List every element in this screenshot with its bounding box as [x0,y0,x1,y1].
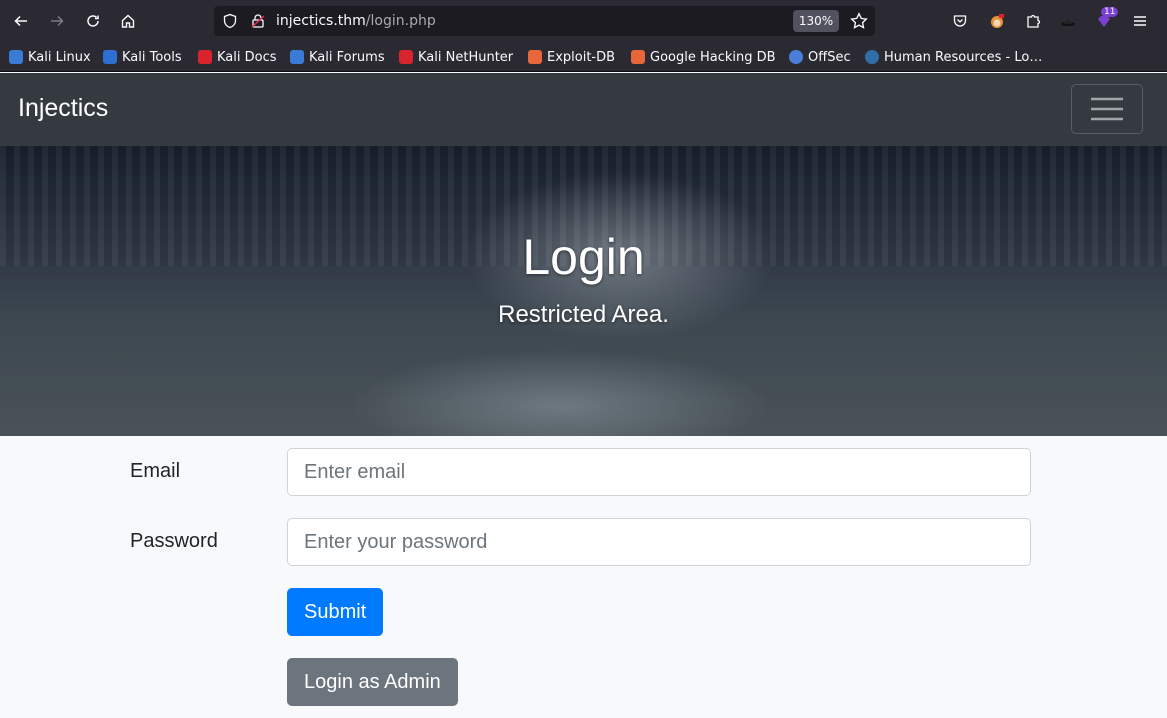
reload-icon [87,15,99,27]
url-host: injectics.thm [276,13,366,29]
home-button[interactable] [112,5,144,37]
bookmark-kali-tools[interactable]: Kali Tools [103,48,182,66]
back-button[interactable] [5,5,37,37]
extension-count-badge: 11 [1101,7,1119,17]
bookmark-star-icon[interactable] [850,12,868,30]
kali-dragon-icon [9,50,23,64]
bookmark-human-resources[interactable]: Human Resources - Lo… [865,48,1042,66]
hero-title: Login [522,229,645,285]
hamburger-icon [1091,97,1123,121]
fox-extension-icon [991,14,1004,28]
offsec-icon [789,50,803,64]
bookmark-google-hacking-db[interactable]: Google Hacking DB [631,48,776,66]
shield-icon [223,13,237,29]
gem-extension-button[interactable]: 11 [1088,5,1120,37]
url-path: /login.php [365,13,436,29]
password-label: Password [130,530,218,552]
navbar-toggler-button[interactable] [1071,84,1143,134]
bookmark-exploit-db[interactable]: Exploit-DB [528,48,615,66]
kali-tools-icon [103,50,117,64]
exploit-db-icon [528,50,542,64]
hat-icon [1061,20,1075,26]
kali-forums-icon [290,50,304,64]
ghdb-icon [631,50,645,64]
url-bar[interactable]: injectics.thm/login.php 130% [214,6,875,36]
bookmark-kali-forums[interactable]: Kali Forums [290,48,385,66]
email-label: Email [130,460,181,482]
extensions-button[interactable] [1017,5,1049,37]
site-brand[interactable]: Injectics [18,94,108,123]
zoom-level-badge[interactable]: 130% [793,10,839,32]
hero-banner: Login Restricted Area. [0,146,1167,436]
hero-subtitle: Restricted Area. [498,301,669,328]
site-navbar: Injectics [0,73,1167,146]
puzzle-icon [1027,14,1041,28]
bookmark-kali-linux[interactable]: Kali Linux [9,48,91,66]
submit-button[interactable]: Submit [287,588,384,636]
arrow-right-icon [51,15,64,27]
bookmark-kali-docs[interactable]: Kali Docs [198,48,277,66]
browser-toolbar: injectics.thm/login.php 130% 11 [0,0,1167,42]
kali-docs-icon [198,50,212,64]
wordpress-icon [865,50,879,64]
arrow-left-icon [14,15,27,27]
app-menu-button[interactable] [1124,5,1156,37]
hero-overlay [0,146,1167,436]
pocket-button[interactable] [944,5,976,37]
hat-extension-button[interactable] [1052,5,1084,37]
home-icon [121,14,135,28]
bookmark-kali-nethunter[interactable]: Kali NetHunter [399,48,513,66]
bookmarks-toolbar: Kali Linux Kali Tools Kali Docs Kali For… [0,42,1167,72]
password-input[interactable] [287,518,1031,566]
forward-button[interactable] [41,5,73,37]
url-text[interactable]: injectics.thm/login.php [276,13,436,29]
login-as-admin-button[interactable]: Login as Admin [287,658,458,706]
insecure-lock-icon [251,14,265,28]
foxyproxy-button[interactable] [981,5,1013,37]
bookmark-offsec[interactable]: OffSec [789,48,851,66]
email-input[interactable] [287,448,1031,496]
hamburger-menu-icon [1134,16,1146,26]
reload-button[interactable] [77,5,109,37]
pocket-icon [953,15,967,27]
nethunter-icon [399,50,413,64]
